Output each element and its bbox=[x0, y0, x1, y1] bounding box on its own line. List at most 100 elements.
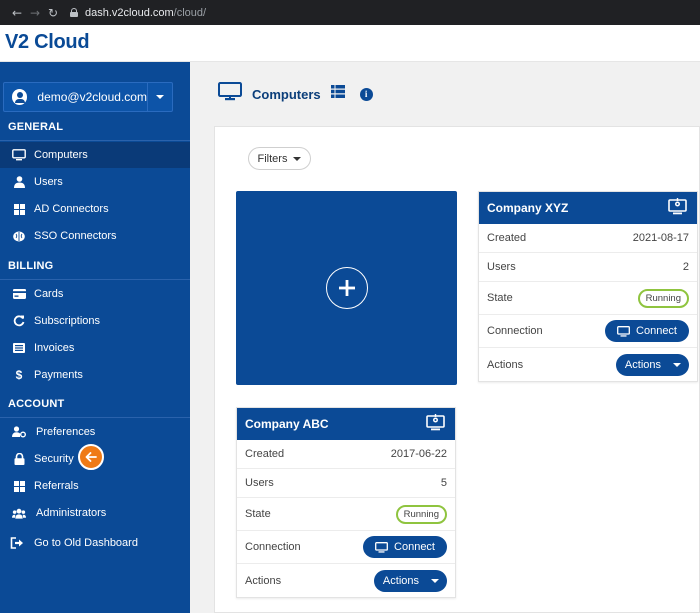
info-icon[interactable]: i bbox=[359, 87, 373, 101]
sidebar-item-sso-connectors[interactable]: SSO Connectors bbox=[0, 223, 190, 249]
connection-label: Connection bbox=[487, 325, 543, 337]
actions-row: Actions Actions bbox=[479, 348, 697, 381]
actions-button-label: Actions bbox=[624, 358, 661, 371]
created-value: 2021-08-17 bbox=[632, 232, 689, 244]
created-row: Created 2021-08-17 bbox=[479, 224, 697, 253]
credit-card-icon bbox=[12, 287, 26, 301]
sidebar-item-label: Users bbox=[34, 176, 63, 188]
filters-button[interactable]: Filters bbox=[248, 147, 311, 170]
lock-icon bbox=[12, 452, 26, 466]
sidebar-item-label: Go to Old Dashboard bbox=[34, 537, 138, 549]
sidebar-item-ad-connectors[interactable]: AD Connectors bbox=[0, 196, 190, 222]
windows-icon bbox=[12, 479, 26, 493]
users-label: Users bbox=[245, 477, 274, 489]
reload-icon[interactable]: ↻ bbox=[44, 6, 62, 20]
windows-icon bbox=[12, 202, 26, 216]
url-host: dash.v2cloud.com bbox=[85, 6, 174, 19]
actions-label: Actions bbox=[245, 574, 282, 587]
sidebar-item-payments[interactable]: $ Payments bbox=[0, 362, 190, 388]
sidebar-item-label: Subscriptions bbox=[34, 315, 101, 327]
monitor-icon bbox=[218, 82, 242, 106]
main-content: Computers i Filters Company XYZ Created … bbox=[190, 62, 700, 613]
sidebar-item-label: AD Connectors bbox=[34, 203, 109, 215]
computer-name: Company XYZ bbox=[487, 201, 569, 215]
refresh-icon bbox=[12, 314, 26, 328]
monitor-icon bbox=[375, 541, 388, 553]
actions-label: Actions bbox=[487, 358, 524, 371]
monitor-icon bbox=[617, 325, 630, 337]
users-value: 2 bbox=[682, 261, 689, 273]
list-view-icon[interactable] bbox=[330, 85, 345, 103]
actions-row: Actions Actions bbox=[237, 564, 455, 597]
created-row: Created 2017-06-22 bbox=[237, 440, 455, 469]
url-path: /cloud/ bbox=[173, 6, 207, 19]
state-row: State Running bbox=[237, 498, 455, 531]
computer-name: Company ABC bbox=[245, 417, 329, 431]
v2cloud-logo[interactable]: V2 Cloud bbox=[5, 31, 90, 54]
users-row: Users 5 bbox=[237, 469, 455, 498]
sidebar-item-label: Cards bbox=[34, 288, 64, 300]
connect-button-label: Connect bbox=[636, 325, 677, 337]
state-label: State bbox=[245, 508, 271, 520]
connect-button-label: Connect bbox=[394, 541, 435, 553]
sidebar-item-referrals[interactable]: Referrals bbox=[0, 473, 190, 499]
sidebar-item-label: Security bbox=[34, 453, 74, 465]
sidebar-item-label: Preferences bbox=[36, 426, 96, 438]
address-bar[interactable]: dash.v2cloud.com/cloud/ bbox=[70, 7, 206, 19]
computer-settings-icon[interactable] bbox=[426, 414, 445, 434]
status-badge: Running bbox=[395, 504, 447, 524]
sidebar-item-cards[interactable]: Cards bbox=[0, 281, 190, 307]
computer-card: Company XYZ Created 2021-08-17 Users 2 S… bbox=[478, 191, 698, 382]
lock-icon bbox=[70, 8, 78, 17]
security-highlight-arrow-icon bbox=[78, 444, 104, 470]
chevron-down-icon bbox=[155, 95, 164, 99]
sidebar-item-label: Computers bbox=[34, 149, 88, 161]
status-badge: Running bbox=[637, 288, 689, 308]
state-label: State bbox=[487, 292, 513, 304]
actions-dropdown[interactable]: Actions bbox=[373, 569, 447, 592]
divider bbox=[0, 140, 190, 141]
sidebar-item-label: SSO Connectors bbox=[34, 230, 117, 242]
sidebar-item-users[interactable]: Users bbox=[0, 169, 190, 195]
sidebar: demo@v2cloud.com GENERAL Computers Users… bbox=[0, 62, 190, 613]
users-icon bbox=[12, 506, 26, 520]
user-avatar-icon bbox=[12, 89, 28, 105]
users-value: 5 bbox=[440, 477, 447, 489]
account-dropdown-toggle[interactable] bbox=[146, 83, 172, 111]
user-email: demo@v2cloud.com bbox=[37, 90, 147, 104]
account-dropdown[interactable]: demo@v2cloud.com bbox=[3, 82, 173, 112]
filters-label: Filters bbox=[257, 152, 288, 165]
sidebar-item-preferences[interactable]: Preferences bbox=[0, 419, 190, 445]
connect-button[interactable]: Connect bbox=[605, 320, 689, 342]
brain-icon bbox=[12, 229, 26, 243]
browser-toolbar: ← → ↻ dash.v2cloud.com/cloud/ bbox=[0, 0, 700, 25]
sidebar-item-computers[interactable]: Computers bbox=[0, 142, 190, 168]
sidebar-item-administrators[interactable]: Administrators bbox=[0, 500, 190, 526]
computer-card: Company ABC Created 2017-06-22 Users 5 S… bbox=[236, 407, 456, 598]
state-row: State Running bbox=[479, 282, 697, 315]
connection-label: Connection bbox=[245, 541, 301, 553]
add-computer-button[interactable] bbox=[236, 191, 457, 385]
forward-arrow-icon[interactable]: → bbox=[26, 6, 44, 20]
app-header: V2 Cloud bbox=[0, 25, 700, 62]
connect-button[interactable]: Connect bbox=[363, 536, 447, 558]
actions-dropdown[interactable]: Actions bbox=[615, 353, 689, 376]
sidebar-item-label: Administrators bbox=[36, 507, 107, 519]
divider bbox=[0, 279, 190, 280]
users-label: Users bbox=[487, 261, 516, 273]
sidebar-item-subscriptions[interactable]: Subscriptions bbox=[0, 308, 190, 334]
created-value: 2017-06-22 bbox=[390, 448, 447, 460]
sidebar-item-invoices[interactable]: Invoices bbox=[0, 335, 190, 361]
section-billing: BILLING bbox=[8, 260, 54, 272]
dollar-icon: $ bbox=[15, 368, 23, 382]
created-label: Created bbox=[245, 448, 285, 460]
users-row: Users 2 bbox=[479, 253, 697, 282]
computer-settings-icon[interactable] bbox=[668, 198, 687, 218]
card-header: Company ABC bbox=[237, 408, 455, 440]
sidebar-item-old-dashboard[interactable]: Go to Old Dashboard bbox=[0, 530, 190, 556]
divider bbox=[0, 417, 190, 418]
back-arrow-icon[interactable]: ← bbox=[8, 6, 26, 20]
plus-icon bbox=[325, 267, 368, 309]
list-icon bbox=[12, 341, 26, 355]
user-cog-icon bbox=[12, 425, 26, 439]
